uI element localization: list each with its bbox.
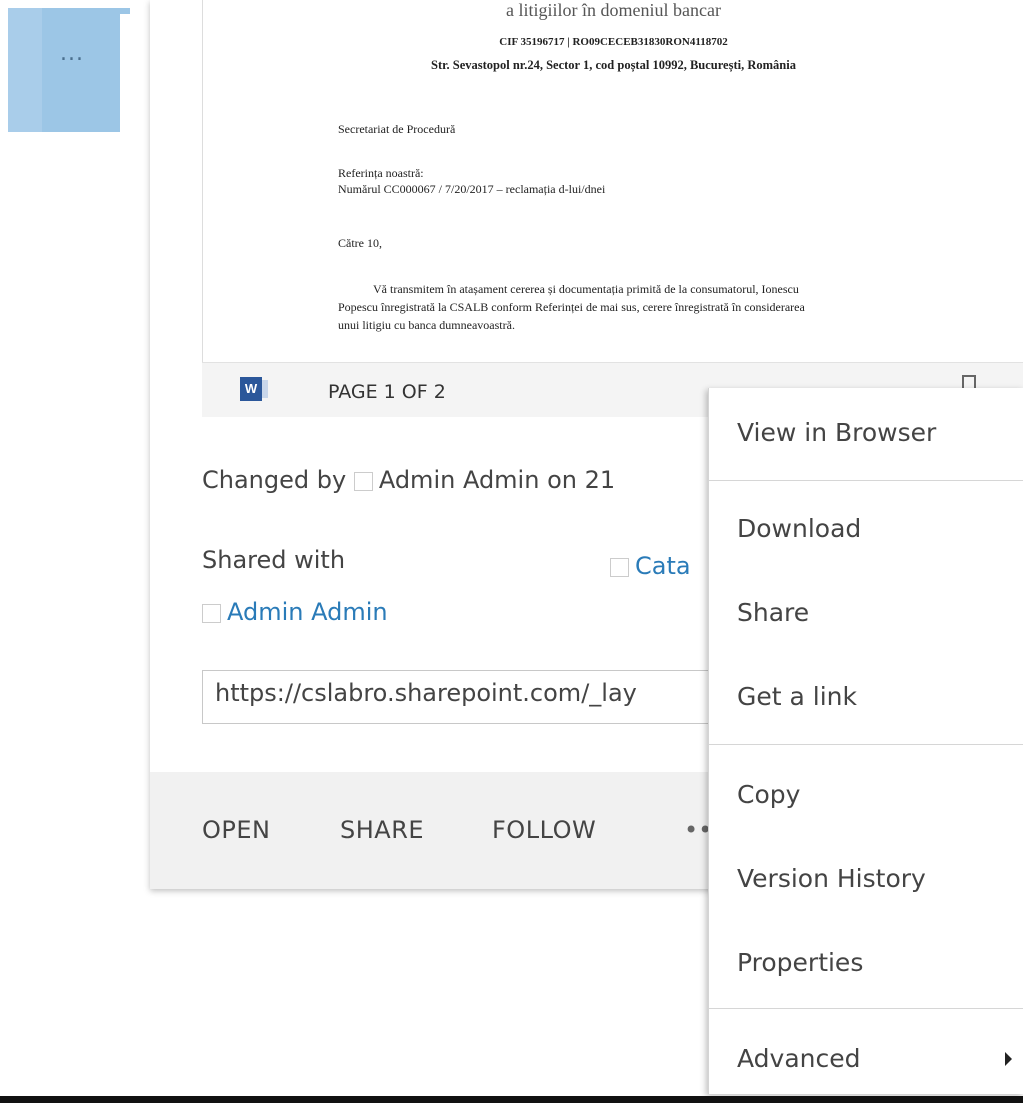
menu-item-advanced[interactable]: Advanced bbox=[737, 1044, 861, 1073]
shared-with-label: Shared with bbox=[202, 546, 346, 574]
shared-user[interactable]: Admin Admin bbox=[202, 598, 388, 626]
shared-user-link[interactable]: Cata bbox=[635, 552, 691, 580]
page-indicator: PAGE 1 OF 2 bbox=[328, 381, 446, 403]
doc-ref-label: Referința noastră: bbox=[338, 166, 424, 180]
menu-item-share[interactable]: Share bbox=[737, 598, 809, 627]
doc-secretariat: Secretariat de Procedură bbox=[338, 122, 456, 136]
follow-button[interactable]: FOLLOW bbox=[492, 816, 596, 844]
submenu-arrow-icon bbox=[1005, 1052, 1012, 1066]
menu-separator bbox=[709, 744, 1023, 745]
shared-user-link[interactable]: Admin Admin bbox=[227, 598, 388, 626]
menu-item-copy[interactable]: Copy bbox=[737, 780, 800, 809]
changed-by: Changed by Admin Admin on 21 bbox=[202, 466, 615, 494]
open-button[interactable]: OPEN bbox=[202, 816, 270, 844]
menu-item-version-history[interactable]: Version History bbox=[737, 864, 926, 893]
changed-by-value: Admin Admin on 21 bbox=[378, 466, 616, 494]
doc-cif: CIF 35196717 | RO09CECEB31830RON4118702 bbox=[499, 36, 728, 48]
doc-heading: a litigiilor în domeniul bancar bbox=[506, 0, 721, 20]
ellipsis-tile-inner bbox=[42, 8, 130, 132]
context-menu: View in Browser Download Share Get a lin… bbox=[708, 388, 1023, 1094]
shared-user[interactable]: Cata bbox=[610, 552, 691, 580]
share-button[interactable]: SHARE bbox=[340, 816, 424, 844]
more-icon[interactable]: ... bbox=[60, 43, 84, 65]
doc-ref-number: Numărul CC000067 / 7/20/2017 – reclamați… bbox=[338, 182, 606, 196]
menu-separator bbox=[709, 1008, 1023, 1009]
doc-body-line: unui litigiu cu banca dumneavoastră. bbox=[338, 318, 515, 332]
bottom-border bbox=[0, 1096, 1023, 1103]
callout-pointer bbox=[120, 14, 150, 132]
menu-separator bbox=[709, 480, 1023, 481]
doc-body-line: Popescu înregistrată la CSALB conform Re… bbox=[338, 300, 805, 314]
ellipsis-tile[interactable]: ... bbox=[8, 8, 130, 132]
menu-item-download[interactable]: Download bbox=[737, 514, 861, 543]
changed-by-label: Changed by bbox=[202, 466, 347, 494]
menu-item-view-in-browser[interactable]: View in Browser bbox=[737, 418, 936, 447]
document-preview[interactable]: a litigiilor în domeniul bancar CIF 3519… bbox=[202, 0, 1023, 362]
doc-body-line: Vă transmitem în atașament cererea și do… bbox=[373, 282, 799, 296]
doc-address: Str. Sevastopol nr.24, Sector 1, cod poș… bbox=[431, 58, 796, 72]
menu-item-properties[interactable]: Properties bbox=[737, 948, 863, 977]
user-presence-icon bbox=[610, 557, 629, 577]
user-presence-icon bbox=[202, 603, 221, 623]
user-presence-icon bbox=[353, 471, 373, 491]
menu-item-get-a-link[interactable]: Get a link bbox=[737, 682, 857, 711]
word-icon: W bbox=[240, 377, 268, 401]
doc-to: Către 10, bbox=[338, 236, 382, 250]
